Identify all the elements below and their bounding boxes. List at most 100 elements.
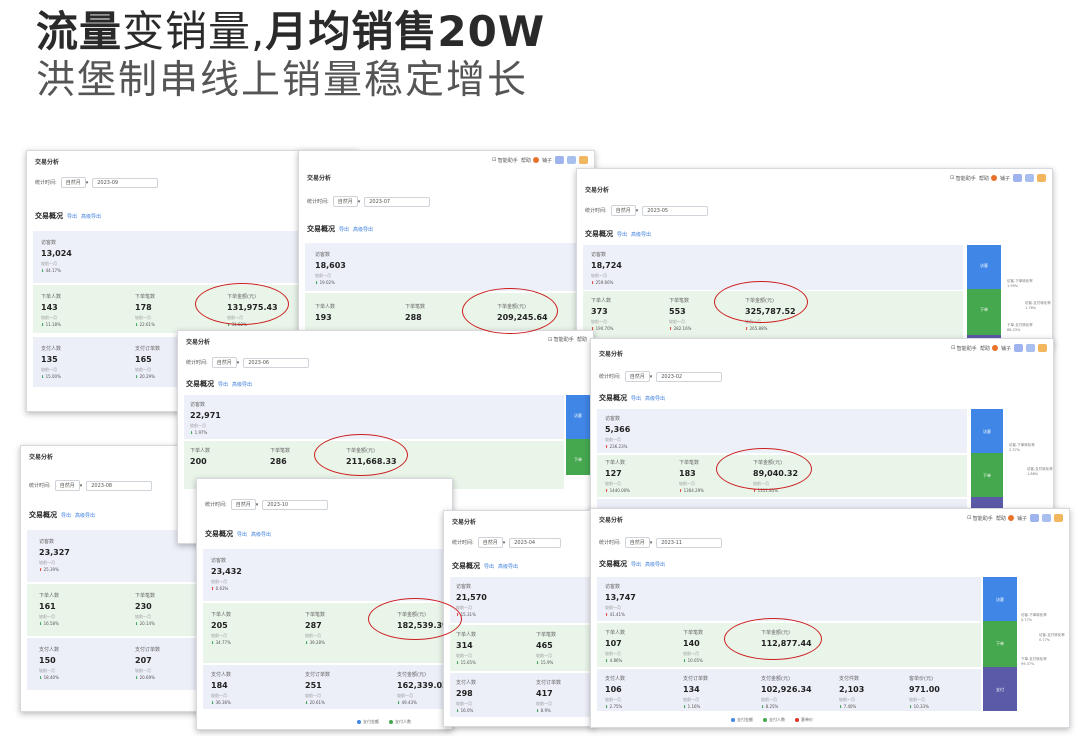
adv-export-link[interactable]: 高级导出 bbox=[498, 564, 518, 570]
metric-value: 205 bbox=[211, 621, 228, 630]
export-link[interactable]: 导出 bbox=[617, 232, 627, 238]
metric-change: 36.36% bbox=[215, 700, 231, 705]
app-icon-2[interactable] bbox=[1026, 344, 1035, 352]
help-button[interactable]: 帮助 bbox=[577, 336, 587, 343]
period-select[interactable]: 自然月 bbox=[624, 371, 650, 382]
metric-change: 11.18% bbox=[45, 322, 61, 327]
help-button[interactable]: 帮助 bbox=[979, 175, 989, 182]
date-picker[interactable]: 2023-10 bbox=[262, 499, 329, 510]
arrow-down-icon: ⬇ bbox=[909, 704, 913, 709]
arrow-up-icon: ⬆ bbox=[745, 326, 749, 331]
metric-value: 162,339.03 bbox=[397, 681, 448, 690]
arrow-down-icon: ⬇ bbox=[211, 700, 215, 705]
export-link[interactable]: 导出 bbox=[237, 532, 247, 538]
period-select[interactable]: 自然月 bbox=[230, 499, 256, 510]
period-select[interactable]: 自然月 bbox=[624, 537, 650, 548]
export-link[interactable]: 导出 bbox=[631, 562, 641, 568]
arrow-down-icon: ⬇ bbox=[227, 322, 231, 327]
assistant-button[interactable]: 智能助手 bbox=[957, 345, 977, 352]
filter-bar: 统计时间: 自然月 ▾ 2023-04 bbox=[452, 537, 562, 548]
robot-icon: ⊡ bbox=[547, 336, 553, 343]
assistant-button[interactable]: 智能助手 bbox=[498, 157, 518, 164]
export-link[interactable]: 导出 bbox=[631, 396, 641, 402]
screenshot-2023-10: 统计时间: 自然月 ▾ 2023-10 交易概况 导出 高级导出 访客数 23,432 较前一… bbox=[196, 478, 453, 730]
conversion-value: 0.77% bbox=[1039, 638, 1051, 642]
arrow-down-icon: ⬇ bbox=[135, 322, 139, 327]
shop-switch[interactable]: 铺子 bbox=[1000, 175, 1010, 182]
shop-switch[interactable]: 铺子 bbox=[542, 157, 552, 164]
app-icon-1[interactable] bbox=[1030, 514, 1039, 522]
chevron-down-icon: ▾ bbox=[649, 373, 653, 380]
app-icon-3[interactable] bbox=[1038, 344, 1047, 352]
app-icon-3[interactable] bbox=[1054, 514, 1063, 522]
app-icon-2[interactable] bbox=[567, 156, 576, 164]
shop-switch[interactable]: 铺子 bbox=[1001, 345, 1011, 352]
metric-value: 230 bbox=[135, 602, 152, 611]
metric-per-customer: 客单价(元) 971.00 较前一月 ⬇ 10.33% bbox=[909, 675, 940, 709]
top-toolbar: ⊡ 智能助手 帮助 铺子 bbox=[492, 156, 588, 164]
metric-amount: 下单金额(元) 182,539.39 bbox=[397, 611, 448, 630]
period-select[interactable]: 自然月 bbox=[477, 537, 503, 548]
adv-export-link[interactable]: 高级导出 bbox=[81, 214, 101, 220]
date-picker[interactable]: 2023-05 bbox=[642, 205, 709, 216]
date-picker[interactable]: 2023-11 bbox=[656, 537, 723, 548]
help-button[interactable]: 帮助 bbox=[996, 515, 1006, 522]
metric-compare-label: 较前一月 bbox=[135, 367, 151, 372]
app-icon-1[interactable] bbox=[1014, 344, 1023, 352]
app-icon-1[interactable] bbox=[555, 156, 564, 164]
overview-heading: 交易概况 导出 高级导出 bbox=[452, 561, 518, 571]
shop-switch[interactable]: 铺子 bbox=[1017, 515, 1027, 522]
export-link[interactable]: 导出 bbox=[218, 382, 228, 388]
date-picker[interactable]: 2023-08 bbox=[86, 480, 153, 491]
help-button[interactable]: 帮助 bbox=[521, 157, 531, 164]
period-select[interactable]: 自然月 bbox=[211, 357, 237, 368]
adv-export-link[interactable]: 高级导出 bbox=[645, 562, 665, 568]
assistant-button[interactable]: 智能助手 bbox=[554, 336, 574, 343]
date-picker[interactable]: 2023-09 bbox=[92, 177, 159, 188]
period-select[interactable]: 自然月 bbox=[60, 177, 86, 188]
assistant-button[interactable]: 智能助手 bbox=[956, 175, 976, 182]
app-icon-3[interactable] bbox=[1037, 174, 1046, 182]
arrow-down-icon: ⬇ bbox=[683, 658, 687, 663]
app-icon-2[interactable] bbox=[1042, 514, 1051, 522]
adv-export-link[interactable]: 高级导出 bbox=[645, 396, 665, 402]
metric-value: 23,327 bbox=[39, 548, 70, 557]
conversion-value: 1.86% bbox=[1027, 472, 1039, 476]
adv-export-link[interactable]: 高级导出 bbox=[232, 382, 252, 388]
metric-compare-label: 较前一月 bbox=[39, 560, 55, 565]
arrow-up-icon: ⬆ bbox=[605, 488, 609, 493]
funnel-order: 下单 bbox=[971, 453, 1003, 497]
metric-pay-buyers: 支付人数 135 较前一月 ⬇ 15.00% bbox=[41, 345, 61, 379]
export-link[interactable]: 导出 bbox=[484, 564, 494, 570]
metric-value: 193 bbox=[315, 313, 332, 322]
metric-label: 访客数 bbox=[190, 402, 206, 408]
app-icon-3[interactable] bbox=[579, 156, 588, 164]
date-picker[interactable]: 2023-04 bbox=[509, 537, 562, 548]
chevron-down-icon: ▾ bbox=[635, 207, 639, 214]
metric-value: 140 bbox=[683, 639, 700, 648]
notification-badge bbox=[990, 175, 997, 181]
app-icon-1[interactable] bbox=[1013, 174, 1022, 182]
date-picker[interactable]: 2023-06 bbox=[243, 357, 310, 368]
date-picker[interactable]: 2023-02 bbox=[656, 371, 723, 382]
metric-visitors: 访客数 5,366 较前一月 ⬆ 236.23% bbox=[605, 415, 630, 449]
metric-compare-label: 较前一月 bbox=[761, 697, 777, 702]
export-link[interactable]: 导出 bbox=[339, 227, 349, 233]
adv-export-link[interactable]: 高级导出 bbox=[631, 232, 651, 238]
period-select[interactable]: 自然月 bbox=[332, 196, 358, 207]
metric-label: 支付订单数 bbox=[305, 672, 331, 678]
date-picker[interactable]: 2023-07 bbox=[364, 196, 431, 207]
adv-export-link[interactable]: 高级导出 bbox=[353, 227, 373, 233]
metric-label: 下单金额(元) bbox=[346, 448, 375, 454]
period-select[interactable]: 自然月 bbox=[54, 480, 80, 491]
period-select[interactable]: 自然月 bbox=[610, 205, 636, 216]
adv-export-link[interactable]: 高级导出 bbox=[75, 513, 95, 519]
adv-export-link[interactable]: 高级导出 bbox=[251, 532, 271, 538]
app-icon-2[interactable] bbox=[1025, 174, 1034, 182]
export-link[interactable]: 导出 bbox=[67, 214, 77, 220]
filter-bar: 统计时间: 自然月 ▾ 2023-06 bbox=[186, 357, 310, 368]
assistant-button[interactable]: 智能助手 bbox=[973, 515, 993, 522]
export-link[interactable]: 导出 bbox=[61, 513, 71, 519]
metric-compare-label: 较前一月 bbox=[909, 697, 925, 702]
help-button[interactable]: 帮助 bbox=[980, 345, 990, 352]
